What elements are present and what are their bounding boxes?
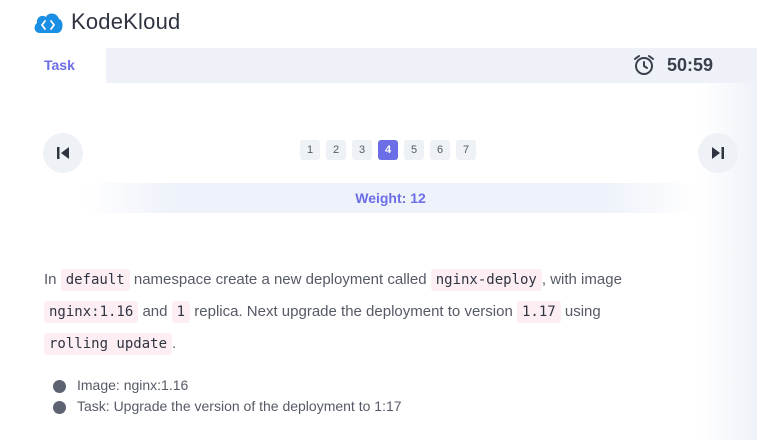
page-5-button[interactable]: 5 [404, 140, 424, 160]
tab-task[interactable]: Task [44, 57, 75, 73]
page-3-button[interactable]: 3 [352, 140, 372, 160]
next-question-button[interactable] [698, 133, 738, 173]
desc-text: and [138, 303, 172, 320]
desc-text: replica. Next upgrade the deployment to … [190, 303, 517, 320]
desc-text: In [44, 271, 61, 288]
code-version: 1.17 [516, 301, 561, 323]
timer-bar [106, 48, 757, 83]
skip-next-icon [712, 147, 724, 159]
code-namespace: default [60, 269, 130, 291]
skip-previous-icon [57, 147, 69, 159]
alarm-clock-icon [634, 55, 654, 75]
page-2-button[interactable]: 2 [326, 140, 346, 160]
previous-question-button[interactable] [43, 133, 83, 173]
question-pagination: 1 2 3 4 5 6 7 [300, 140, 476, 160]
task-details-list: Image: nginx:1.16 Task: Upgrade the vers… [53, 377, 402, 419]
code-image: nginx:1.16 [44, 301, 139, 323]
page-7-button[interactable]: 7 [456, 140, 476, 160]
desc-text: , with image [541, 271, 622, 288]
weight-bar: Weight: 12 [83, 183, 698, 213]
code-strategy: rolling update [44, 333, 173, 355]
kodekloud-logo-icon [34, 13, 63, 33]
desc-text: namespace create a new deployment called [129, 271, 431, 288]
page-4-button-active[interactable]: 4 [378, 140, 398, 160]
page-1-button[interactable]: 1 [300, 140, 320, 160]
code-deployment-name: nginx-deploy [430, 269, 542, 291]
list-item: Task: Upgrade the version of the deploym… [53, 398, 402, 419]
question-weight: Weight: 12 [355, 190, 426, 206]
list-item: Image: nginx:1.16 [53, 377, 402, 398]
countdown-timer: 50:59 [667, 55, 714, 75]
desc-text: . [172, 335, 177, 352]
code-replicas: 1 [171, 301, 191, 323]
brand-name: KodeKloud [71, 9, 181, 34]
page-6-button[interactable]: 6 [430, 140, 450, 160]
desc-text: using [560, 303, 601, 320]
task-description: In default namespace create a new deploy… [44, 264, 694, 360]
app-header: KodeKloud [0, 0, 757, 48]
